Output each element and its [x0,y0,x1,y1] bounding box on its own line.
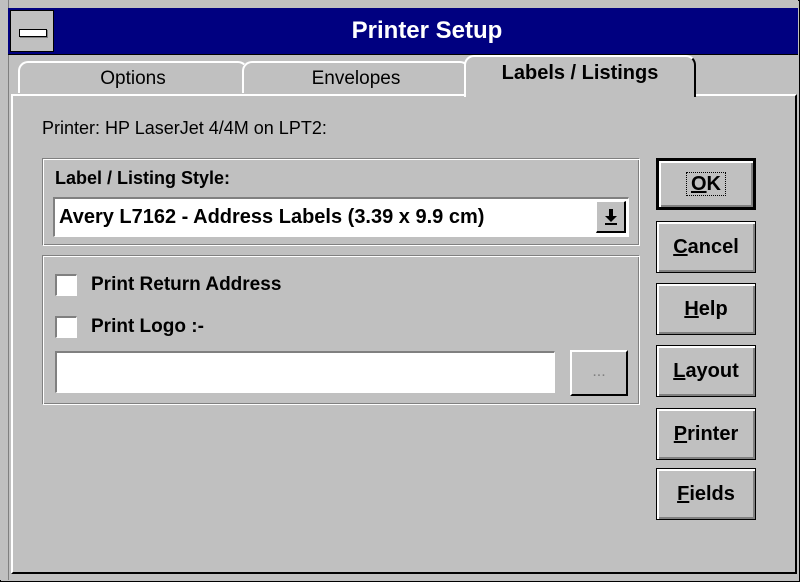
help-button[interactable]: Help [656,283,756,335]
printer-caption: Printer: [42,118,101,138]
cancel-button[interactable]: Cancel [656,221,756,273]
tab-labels-listings[interactable]: Labels / Listings [464,55,696,97]
window-title: Printer Setup [351,17,503,44]
dropdown-arrow-button[interactable] [596,201,626,233]
arrow-down-icon [604,209,617,225]
window-frame-left [0,0,9,580]
printer-button[interactable]: Printer [656,408,756,460]
ok-button-focus: OK [685,172,726,196]
print-return-address-checkbox[interactable] [55,274,77,296]
system-menu-button[interactable] [10,10,54,52]
system-menu-icon [19,29,47,37]
label-style-caption: Label / Listing Style: [55,168,231,188]
ok-button[interactable]: OK [656,158,756,210]
browse-button[interactable]: ... [570,350,628,396]
printer-info: Printer: HP LaserJet 4/4M on LPT2: [42,118,327,139]
printer-name: HP LaserJet 4/4M on LPT2: [105,118,327,138]
print-logo-checkbox[interactable] [55,316,77,338]
tab-options[interactable]: Options [18,61,248,93]
print-logo-row[interactable]: Print Logo :- [55,313,204,341]
print-return-address-row[interactable]: Print Return Address [55,271,281,299]
print-return-address-label: Print Return Address [91,274,282,295]
fields-button[interactable]: Fields [656,468,756,520]
label-style-selected: Avery L7162 - Address Labels (3.39 x 9.9… [59,206,485,228]
label-style-dropdown[interactable]: Avery L7162 - Address Labels (3.39 x 9.9… [53,197,629,237]
window-frame-top [0,0,798,8]
logo-path-input[interactable] [55,351,555,393]
layout-button[interactable]: Layout [656,345,756,397]
print-logo-label: Print Logo :- [91,316,204,337]
tab-envelopes[interactable]: Envelopes [242,61,470,93]
